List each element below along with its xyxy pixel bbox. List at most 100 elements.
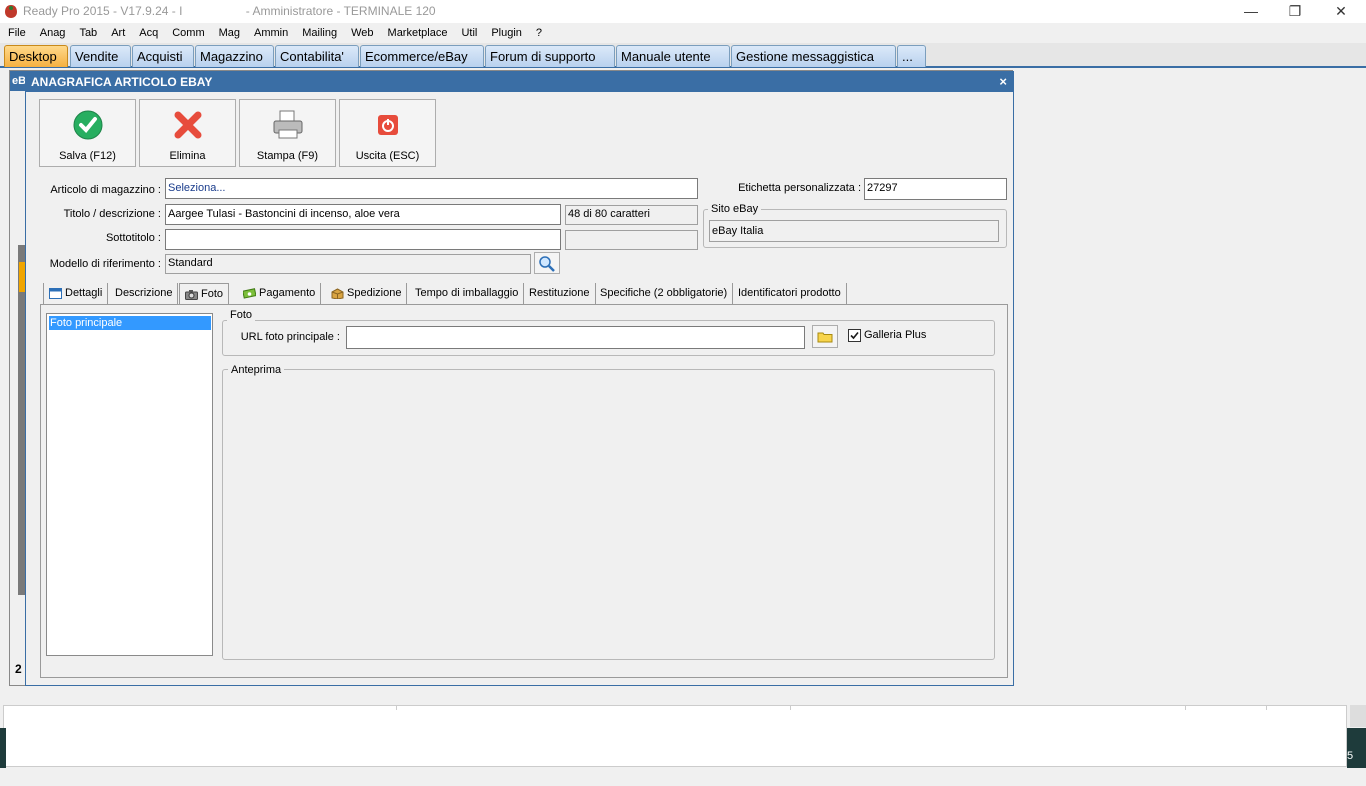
- subtab-tempo-imballaggio[interactable]: Tempo di imballaggio: [410, 283, 525, 304]
- dialog-close-button[interactable]: ×: [999, 72, 1007, 92]
- subtab-restituzione[interactable]: Restituzione: [524, 283, 596, 304]
- minimize-button[interactable]: —: [1228, 0, 1274, 23]
- sottotitolo-count: [565, 230, 698, 250]
- subtab-identificatori[interactable]: Identificatori prodotto: [733, 283, 847, 304]
- browse-folder-button[interactable]: [812, 325, 838, 348]
- modello-field: Standard: [165, 254, 531, 274]
- subtab-dettagli-label: Dettagli: [65, 287, 103, 299]
- power-icon: [377, 115, 398, 135]
- anteprima-group: [222, 369, 995, 660]
- sito-ebay-value: eBay Italia: [709, 220, 999, 242]
- status-divider: [1185, 706, 1186, 710]
- menu-plugin[interactable]: Plugin: [484, 23, 529, 43]
- status-divider: [790, 706, 791, 710]
- photo-list[interactable]: Foto principale: [46, 313, 213, 656]
- calendar-icon: [49, 287, 62, 299]
- char-count: 48 di 80 caratteri: [565, 205, 698, 225]
- tab-acquisti[interactable]: Acquisti: [132, 45, 194, 67]
- exit-label: Uscita (ESC): [355, 150, 420, 162]
- menu-comm[interactable]: Comm: [165, 23, 211, 43]
- search-icon: [539, 256, 555, 272]
- subtab-descrizione[interactable]: Descrizione: [110, 283, 179, 304]
- status-divider: [1266, 706, 1267, 710]
- articolo-field[interactable]: Seleziona...: [165, 178, 698, 199]
- subtab-spedizione[interactable]: Spedizione: [326, 283, 408, 304]
- foto-group-label: Foto: [227, 309, 256, 321]
- dialog-title-bar: ANAGRAFICA ARTICOLO EBAY ×: [26, 72, 1013, 92]
- subtab-pagamento-label: Pagamento: [259, 287, 316, 299]
- tab-gestione-messaggistica[interactable]: Gestione messaggistica: [731, 45, 896, 67]
- tab-contabilita[interactable]: Contabilita': [275, 45, 359, 67]
- menu-acq[interactable]: Acq: [132, 23, 165, 43]
- taskbar-right: 5: [1347, 728, 1366, 768]
- menu-ammin[interactable]: Ammin: [247, 23, 295, 43]
- menu-file[interactable]: File: [1, 23, 33, 43]
- window-title: Ready Pro 2015 - V17.9.24 - I - Amminist…: [23, 4, 436, 18]
- tab-forum-supporto[interactable]: Forum di supporto: [485, 45, 615, 67]
- save-label: Salva (F12): [59, 150, 116, 162]
- subtab-restituzione-label: Restituzione: [529, 287, 590, 299]
- titolo-field[interactable]: Aargee Tulasi - Bastoncini di incenso, a…: [165, 204, 561, 225]
- background-page-label: 2: [15, 662, 22, 676]
- taskbar-left: [0, 728, 6, 768]
- subtab-descrizione-label: Descrizione: [115, 287, 173, 299]
- app-logo-icon: [5, 5, 17, 18]
- menu-bar: File Anag Tab Art Acq Comm Mag Ammin Mailing Web M…: [0, 23, 1366, 43]
- menu-tab[interactable]: Tab: [72, 23, 104, 43]
- menu-mag[interactable]: Mag: [212, 23, 247, 43]
- etichetta-label: Etichetta personalizzata :: [738, 182, 861, 194]
- galleria-plus-checkbox[interactable]: [848, 329, 861, 342]
- folder-icon: [817, 332, 833, 343]
- delete-x-icon: [174, 111, 201, 139]
- etichetta-field[interactable]: 27297: [864, 178, 1007, 200]
- galleria-plus-label: Galleria Plus: [864, 329, 927, 341]
- tab-ecommerce-ebay[interactable]: Ecommerce/eBay: [360, 45, 484, 67]
- menu-mailing[interactable]: Mailing: [295, 23, 344, 43]
- save-button[interactable]: Salva (F12): [39, 99, 136, 167]
- menu-marketplace[interactable]: Marketplace: [381, 23, 455, 43]
- subtab-foto[interactable]: Foto: [179, 283, 230, 304]
- printer-icon: [273, 110, 302, 139]
- taskbar-digit: 5: [1347, 750, 1354, 762]
- tab-manuale-utente[interactable]: Manuale utente: [616, 45, 730, 67]
- tab-desktop[interactable]: Desktop: [4, 45, 68, 67]
- menu-art[interactable]: Art: [104, 23, 132, 43]
- subtab-specifiche[interactable]: Specifiche (2 obbligatorie): [595, 283, 734, 304]
- photo-list-item[interactable]: Foto principale: [49, 316, 211, 330]
- modello-label: Modello di riferimento :: [49, 258, 161, 270]
- anteprima-label: Anteprima: [228, 364, 285, 376]
- tab-vendite[interactable]: Vendite: [70, 45, 131, 67]
- url-foto-input[interactable]: [346, 326, 805, 349]
- status-bar: [3, 705, 1347, 767]
- money-icon: [243, 287, 256, 299]
- subtab-spedizione-label: Spedizione: [347, 287, 402, 299]
- modello-search-button[interactable]: [534, 252, 560, 274]
- tab-more[interactable]: ...: [897, 45, 926, 67]
- close-window-button[interactable]: ✕: [1318, 0, 1364, 23]
- tab-magazzino[interactable]: Magazzino: [195, 45, 274, 67]
- dialog-title: ANAGRAFICA ARTICOLO EBAY: [31, 75, 213, 89]
- titolo-label: Titolo / descrizione :: [63, 208, 161, 220]
- camera-icon: [185, 289, 198, 300]
- status-divider: [396, 706, 397, 710]
- sottotitolo-field[interactable]: [165, 229, 561, 250]
- subtab-specifiche-label: Specifiche (2 obbligatorie): [600, 287, 728, 299]
- check-icon: [73, 110, 102, 140]
- sito-ebay-label: Sito eBay: [708, 203, 762, 215]
- delete-label: Elimina: [169, 150, 206, 162]
- url-foto-label: URL foto principale :: [240, 331, 340, 343]
- scrollbar[interactable]: [1350, 705, 1366, 727]
- main-tab-strip: Desktop Vendite Acquisti Magazzino Conta…: [0, 43, 1366, 68]
- checkmark-icon: [850, 331, 859, 340]
- menu-help[interactable]: ?: [529, 23, 549, 43]
- menu-anag[interactable]: Anag: [33, 23, 73, 43]
- restore-button[interactable]: ❐: [1272, 0, 1318, 23]
- menu-util[interactable]: Util: [454, 23, 484, 43]
- menu-web[interactable]: Web: [344, 23, 380, 43]
- subtab-tempo-label: Tempo di imballaggio: [415, 287, 519, 299]
- exit-button[interactable]: Uscita (ESC): [339, 99, 436, 167]
- print-button[interactable]: Stampa (F9): [239, 99, 336, 167]
- subtab-dettagli[interactable]: Dettagli: [43, 283, 109, 304]
- subtab-pagamento[interactable]: Pagamento: [238, 283, 322, 304]
- delete-button[interactable]: Elimina: [139, 99, 236, 167]
